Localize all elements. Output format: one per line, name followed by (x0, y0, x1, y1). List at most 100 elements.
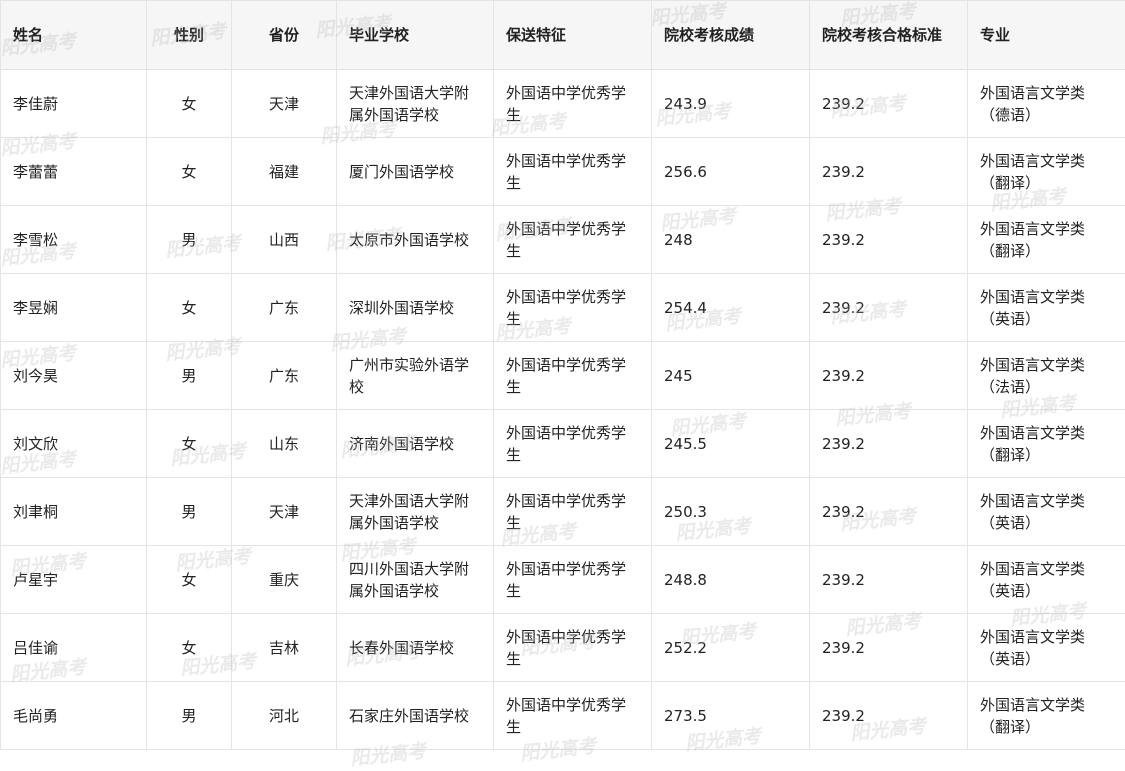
cell-feature: 外国语中学优秀学生 (494, 546, 652, 614)
cell-name: 刘文欣 (1, 410, 147, 478)
cell-score: 248.8 (652, 546, 810, 614)
cell-feature: 外国语中学优秀学生 (494, 206, 652, 274)
table-row: 刘文欣女山东济南外国语学校外国语中学优秀学生245.5239.2外国语言文学类（… (1, 410, 1125, 478)
cell-name: 毛尚勇 (1, 682, 147, 750)
cell-gender: 女 (147, 138, 232, 206)
cell-school: 天津外国语大学附属外国语学校 (337, 70, 494, 138)
cell-score: 245.5 (652, 410, 810, 478)
cell-feature: 外国语中学优秀学生 (494, 410, 652, 478)
table-body: 李佳蔚女天津天津外国语大学附属外国语学校外国语中学优秀学生243.9239.2外… (1, 70, 1125, 750)
cell-province: 河北 (232, 682, 337, 750)
cell-name: 刘今昊 (1, 342, 147, 410)
cell-name: 李昱娴 (1, 274, 147, 342)
table-row: 吕佳谕女吉林长春外国语学校外国语中学优秀学生252.2239.2外国语言文学类（… (1, 614, 1125, 682)
cell-standard: 239.2 (810, 138, 968, 206)
cell-province: 山东 (232, 410, 337, 478)
cell-standard: 239.2 (810, 206, 968, 274)
cell-province: 重庆 (232, 546, 337, 614)
cell-score: 250.3 (652, 478, 810, 546)
cell-major: 外国语言文学类（翻译） (968, 206, 1125, 274)
table-row: 毛尚勇男河北石家庄外国语学校外国语中学优秀学生273.5239.2外国语言文学类… (1, 682, 1125, 750)
cell-name: 吕佳谕 (1, 614, 147, 682)
cell-school: 厦门外国语学校 (337, 138, 494, 206)
cell-province: 吉林 (232, 614, 337, 682)
cell-standard: 239.2 (810, 410, 968, 478)
cell-gender: 女 (147, 546, 232, 614)
cell-score: 254.4 (652, 274, 810, 342)
header-gender: 性别 (147, 1, 232, 70)
cell-major: 外国语言文学类（英语） (968, 614, 1125, 682)
cell-feature: 外国语中学优秀学生 (494, 274, 652, 342)
cell-school: 深圳外国语学校 (337, 274, 494, 342)
header-score: 院校考核成绩 (652, 1, 810, 70)
cell-gender: 女 (147, 70, 232, 138)
cell-major: 外国语言文学类（翻译） (968, 682, 1125, 750)
cell-school: 天津外国语大学附属外国语学校 (337, 478, 494, 546)
cell-feature: 外国语中学优秀学生 (494, 342, 652, 410)
cell-gender: 女 (147, 614, 232, 682)
admission-table: 姓名 性别 省份 毕业学校 保送特征 院校考核成绩 院校考核合格标准 专业 李佳… (0, 0, 1125, 750)
table-row: 刘今昊男广东广州市实验外语学校外国语中学优秀学生245239.2外国语言文学类（… (1, 342, 1125, 410)
cell-school: 石家庄外国语学校 (337, 682, 494, 750)
cell-major: 外国语言文学类（英语） (968, 274, 1125, 342)
cell-feature: 外国语中学优秀学生 (494, 478, 652, 546)
admission-table-container: 姓名 性别 省份 毕业学校 保送特征 院校考核成绩 院校考核合格标准 专业 李佳… (0, 0, 1125, 760)
table-row: 李雪松男山西太原市外国语学校外国语中学优秀学生248239.2外国语言文学类（翻… (1, 206, 1125, 274)
cell-school: 长春外国语学校 (337, 614, 494, 682)
cell-name: 刘聿桐 (1, 478, 147, 546)
cell-school: 四川外国语大学附属外国语学校 (337, 546, 494, 614)
header-major: 专业 (968, 1, 1125, 70)
cell-major: 外国语言文学类（翻译） (968, 410, 1125, 478)
cell-score: 248 (652, 206, 810, 274)
cell-school: 太原市外国语学校 (337, 206, 494, 274)
cell-gender: 男 (147, 342, 232, 410)
cell-major: 外国语言文学类（英语） (968, 478, 1125, 546)
cell-name: 李雪松 (1, 206, 147, 274)
cell-score: 252.2 (652, 614, 810, 682)
table-row: 卢星宇女重庆四川外国语大学附属外国语学校外国语中学优秀学生248.8239.2外… (1, 546, 1125, 614)
cell-feature: 外国语中学优秀学生 (494, 614, 652, 682)
header-school: 毕业学校 (337, 1, 494, 70)
cell-province: 天津 (232, 70, 337, 138)
cell-feature: 外国语中学优秀学生 (494, 682, 652, 750)
cell-name: 卢星宇 (1, 546, 147, 614)
table-row: 李蕾蕾女福建厦门外国语学校外国语中学优秀学生256.6239.2外国语言文学类（… (1, 138, 1125, 206)
cell-gender: 女 (147, 274, 232, 342)
cell-standard: 239.2 (810, 546, 968, 614)
cell-major: 外国语言文学类（法语） (968, 342, 1125, 410)
cell-major: 外国语言文学类（德语） (968, 70, 1125, 138)
header-province: 省份 (232, 1, 337, 70)
cell-standard: 239.2 (810, 342, 968, 410)
cell-standard: 239.2 (810, 70, 968, 138)
header-name: 姓名 (1, 1, 147, 70)
table-row: 刘聿桐男天津天津外国语大学附属外国语学校外国语中学优秀学生250.3239.2外… (1, 478, 1125, 546)
cell-gender: 男 (147, 682, 232, 750)
cell-gender: 男 (147, 478, 232, 546)
cell-province: 广东 (232, 342, 337, 410)
cell-score: 256.6 (652, 138, 810, 206)
cell-feature: 外国语中学优秀学生 (494, 138, 652, 206)
cell-province: 福建 (232, 138, 337, 206)
cell-score: 273.5 (652, 682, 810, 750)
cell-major: 外国语言文学类（英语） (968, 546, 1125, 614)
cell-standard: 239.2 (810, 274, 968, 342)
table-header-row: 姓名 性别 省份 毕业学校 保送特征 院校考核成绩 院校考核合格标准 专业 (1, 1, 1125, 70)
header-standard: 院校考核合格标准 (810, 1, 968, 70)
table-row: 李昱娴女广东深圳外国语学校外国语中学优秀学生254.4239.2外国语言文学类（… (1, 274, 1125, 342)
cell-gender: 男 (147, 206, 232, 274)
cell-score: 245 (652, 342, 810, 410)
cell-score: 243.9 (652, 70, 810, 138)
cell-province: 山西 (232, 206, 337, 274)
cell-name: 李佳蔚 (1, 70, 147, 138)
cell-standard: 239.2 (810, 478, 968, 546)
cell-name: 李蕾蕾 (1, 138, 147, 206)
cell-major: 外国语言文学类（翻译） (968, 138, 1125, 206)
header-feature: 保送特征 (494, 1, 652, 70)
cell-feature: 外国语中学优秀学生 (494, 70, 652, 138)
cell-province: 天津 (232, 478, 337, 546)
cell-school: 广州市实验外语学校 (337, 342, 494, 410)
cell-school: 济南外国语学校 (337, 410, 494, 478)
cell-province: 广东 (232, 274, 337, 342)
cell-gender: 女 (147, 410, 232, 478)
cell-standard: 239.2 (810, 682, 968, 750)
